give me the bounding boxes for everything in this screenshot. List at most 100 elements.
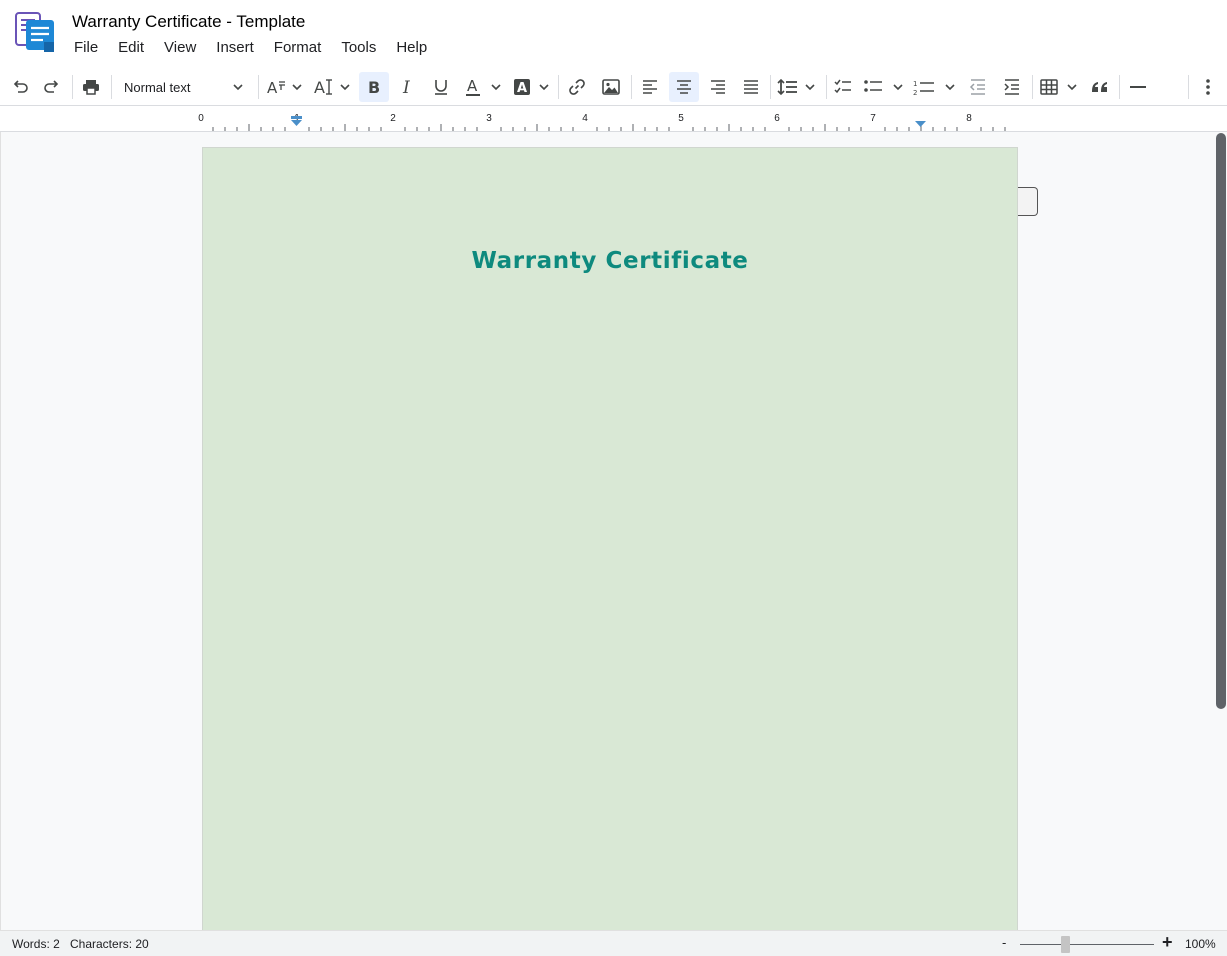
font-size-button[interactable]: A (264, 72, 304, 102)
document-page[interactable]: Warranty Certificate (202, 147, 1018, 930)
zoom-in-button[interactable]: + (1162, 932, 1173, 953)
checklist-button[interactable] (830, 72, 856, 102)
right-indent-marker[interactable] (915, 121, 926, 127)
ruler-label: 5 (678, 113, 684, 124)
align-left-button[interactable] (636, 72, 664, 102)
bullet-list-button[interactable] (862, 72, 908, 102)
document-heading[interactable]: Warranty Certificate (203, 248, 1017, 274)
horizontal-rule-icon (1130, 86, 1146, 88)
word-count: Words: 2 (12, 937, 60, 951)
italic-icon: I (402, 78, 410, 97)
redo-button[interactable] (38, 72, 66, 102)
comment-tab[interactable] (1018, 187, 1038, 216)
underline-button[interactable] (427, 72, 455, 102)
italic-button[interactable]: I (393, 72, 421, 102)
decrease-indent-icon (969, 79, 985, 95)
word-processor-window: Warranty Certificate - Template File Edi… (0, 0, 1227, 956)
underline-icon (435, 80, 447, 95)
blockquote-icon (1092, 82, 1107, 92)
ruler-label: 8 (966, 113, 972, 124)
toolbar-separator (111, 75, 112, 99)
menu-format[interactable]: Format (264, 38, 332, 58)
increase-indent-button[interactable] (998, 72, 1026, 102)
align-right-button[interactable] (704, 72, 732, 102)
more-options-button[interactable] (1196, 72, 1220, 102)
text-color-button[interactable]: A (462, 72, 504, 102)
undo-icon (13, 80, 28, 93)
left-indent-marker[interactable] (291, 116, 302, 126)
bold-icon: B (368, 78, 380, 97)
svg-text:2: 2 (913, 89, 917, 97)
scrollbar-thumb[interactable] (1216, 133, 1226, 709)
ruler[interactable]: 0 1 2 3 4 5 6 7 8 (0, 107, 1227, 132)
undo-button[interactable] (6, 72, 34, 102)
zoom-out-button[interactable]: - (1002, 935, 1006, 950)
decrease-indent-button[interactable] (964, 72, 992, 102)
svg-text:A: A (467, 77, 478, 95)
ruler-label: 0 (198, 113, 204, 124)
menu-file[interactable]: File (64, 38, 108, 58)
increase-indent-icon (1004, 79, 1019, 95)
numbered-list-button[interactable]: 12 (912, 72, 958, 102)
print-icon (83, 80, 99, 95)
status-bar: Words: 2 Characters: 20 - + 100% (0, 930, 1227, 956)
toolbar-separator (631, 75, 632, 99)
justify-button[interactable] (737, 72, 765, 102)
toolbar-separator (72, 75, 73, 99)
align-left-icon (643, 80, 657, 94)
character-count: Characters: 20 (70, 937, 149, 951)
image-button[interactable] (597, 72, 625, 102)
app-logo-icon (14, 12, 58, 54)
document-title[interactable]: Warranty Certificate - Template (72, 12, 305, 32)
redo-icon (44, 80, 59, 93)
toolbar-separator (1032, 75, 1033, 99)
align-center-button[interactable] (669, 72, 699, 102)
menu-help[interactable]: Help (386, 38, 437, 58)
menu-tools[interactable]: Tools (331, 38, 386, 58)
ruler-label: 3 (486, 113, 492, 124)
toolbar-separator (826, 75, 827, 99)
align-center-icon (677, 80, 691, 94)
zoom-slider-thumb[interactable] (1061, 936, 1070, 953)
toolbar-separator (1188, 75, 1189, 99)
ruler-label: 7 (870, 113, 876, 124)
horizontal-rule-button[interactable] (1124, 72, 1152, 102)
table-icon (1040, 79, 1077, 95)
svg-text:A: A (517, 81, 527, 96)
highlight-icon: A (514, 79, 549, 96)
font-size-icon: A (267, 79, 302, 97)
ruler-label: 6 (774, 113, 780, 124)
menu-edit[interactable]: Edit (108, 38, 154, 58)
more-vert-icon (1206, 79, 1210, 95)
svg-text:A: A (267, 79, 278, 97)
line-height-text-button[interactable]: A (312, 72, 354, 102)
highlight-button[interactable]: A (510, 72, 552, 102)
svg-text:A: A (314, 78, 325, 97)
toolbar-separator (1119, 75, 1120, 99)
vertical-scrollbar[interactable] (1215, 132, 1227, 930)
chevron-down-icon (233, 84, 243, 91)
document-canvas: Warranty Certificate (0, 132, 1227, 930)
image-icon (602, 79, 620, 95)
table-button[interactable] (1038, 72, 1082, 102)
link-button[interactable] (563, 72, 591, 102)
menu-view[interactable]: View (154, 38, 206, 58)
toolbar-separator (258, 75, 259, 99)
zoom-slider[interactable] (1020, 944, 1154, 945)
zoom-level: 100% (1185, 937, 1216, 951)
svg-text:1: 1 (913, 80, 917, 88)
checklist-icon (834, 79, 851, 94)
toolbar-separator (770, 75, 771, 99)
svg-text:B: B (368, 78, 380, 97)
bold-button[interactable]: B (359, 72, 389, 102)
print-button[interactable] (77, 72, 105, 102)
menu-insert[interactable]: Insert (206, 38, 264, 58)
justify-icon (744, 80, 758, 94)
menu-bar: File Edit View Insert Format Tools Help (64, 38, 437, 58)
ruler-label: 4 (582, 113, 588, 124)
bullet-list-icon (864, 80, 903, 92)
toolbar: Normal text A A B I A A 1 2 (0, 68, 1227, 106)
line-spacing-button[interactable] (776, 72, 820, 102)
blockquote-button[interactable] (1086, 72, 1114, 102)
paragraph-style-dropdown[interactable]: Normal text (118, 72, 250, 102)
